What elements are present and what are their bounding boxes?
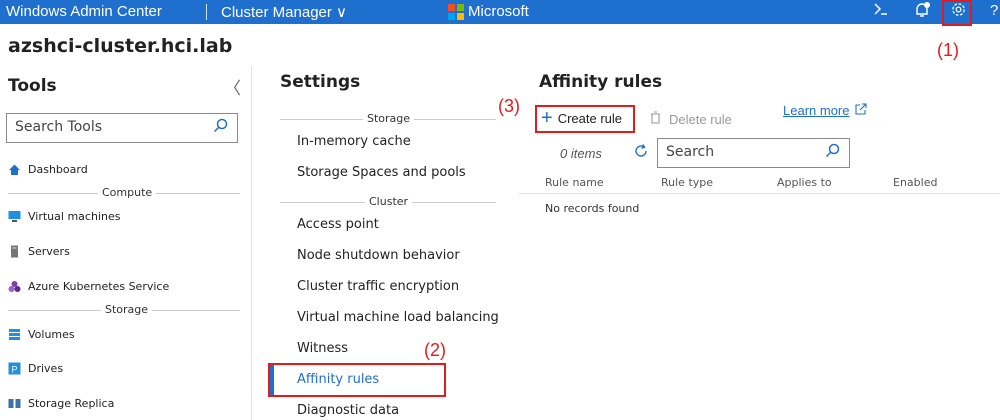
- tool-drives-label: Drives: [28, 362, 64, 375]
- delete-rule-label: Delete rule: [669, 111, 732, 127]
- volumes-icon: [8, 328, 21, 341]
- tools-title: Tools: [8, 76, 57, 96]
- title-separator: [206, 4, 207, 20]
- search-icon[interactable]: [213, 118, 228, 137]
- setting-traffic-encryption[interactable]: Cluster traffic encryption: [297, 279, 459, 294]
- setting-witness[interactable]: Witness: [297, 341, 348, 356]
- annotation-label-1: (1): [937, 40, 959, 60]
- setting-vm-load-balancing[interactable]: Virtual machine load balancing: [297, 310, 499, 325]
- tools-search-input[interactable]: Search Tools: [6, 113, 238, 143]
- server-icon: [8, 245, 21, 258]
- tool-storage-replica[interactable]: Storage Replica: [8, 397, 114, 410]
- settings-title: Settings: [280, 72, 361, 92]
- column-header-enabled[interactable]: Enabled: [893, 176, 937, 189]
- kubernetes-icon: [8, 280, 21, 293]
- annotation-box-1: [942, 0, 972, 26]
- setting-node-shutdown[interactable]: Node shutdown behavior: [297, 248, 460, 263]
- empty-table-message: No records found: [545, 202, 640, 215]
- help-icon[interactable]: ?: [990, 2, 998, 19]
- setting-storage-spaces[interactable]: Storage Spaces and pools: [297, 165, 466, 180]
- settings-storage-group-label: Storage: [363, 112, 415, 125]
- svg-text:P: P: [12, 365, 18, 375]
- tool-volumes-label: Volumes: [28, 328, 75, 341]
- app-title[interactable]: Windows Admin Center: [6, 3, 162, 20]
- tool-servers-label: Servers: [28, 245, 70, 258]
- settings-cluster-group-label: Cluster: [365, 195, 413, 208]
- terminal-icon[interactable]: [872, 1, 890, 21]
- storage-group-label: Storage: [101, 303, 153, 316]
- rules-search-placeholder: Search: [666, 144, 715, 160]
- tool-storage-replica-label: Storage Replica: [28, 397, 115, 410]
- table-header-divider: [519, 193, 1000, 194]
- rules-search-icon[interactable]: [825, 143, 840, 162]
- microsoft-logo-icon: [448, 4, 464, 20]
- tool-drives[interactable]: P Drives: [8, 362, 63, 375]
- tool-virtual-machines[interactable]: Virtual machines: [8, 210, 120, 223]
- external-link-icon: [855, 103, 868, 118]
- tool-volumes[interactable]: Volumes: [8, 328, 75, 341]
- create-rule-label: Create rule: [557, 110, 622, 126]
- column-header-rule-name[interactable]: Rule name: [545, 176, 604, 189]
- drive-icon: P: [8, 362, 21, 375]
- learn-more-link[interactable]: Learn more: [783, 103, 868, 118]
- tool-aks-label: Azure Kubernetes Service: [28, 280, 170, 293]
- storage-replica-icon: [8, 397, 21, 410]
- bell-icon[interactable]: [913, 1, 931, 23]
- top-bar: Windows Admin Center Cluster Manager ∨ M…: [0, 0, 1000, 24]
- trash-icon: [650, 111, 661, 127]
- annotation-box-2: [268, 363, 446, 397]
- rules-search-input[interactable]: Search: [657, 138, 850, 168]
- tool-azure-kubernetes-service[interactable]: Azure Kubernetes Service: [8, 280, 169, 293]
- setting-in-memory-cache[interactable]: In-memory cache: [297, 134, 411, 149]
- collapse-chevron-icon[interactable]: 〈: [224, 74, 241, 99]
- context-switcher[interactable]: Cluster Manager ∨: [221, 3, 347, 21]
- home-icon: [8, 163, 21, 176]
- learn-more-label: Learn more: [783, 103, 850, 118]
- column-header-applies-to[interactable]: Applies to: [777, 176, 832, 189]
- monitor-icon: [8, 210, 21, 223]
- refresh-icon[interactable]: [633, 143, 649, 163]
- plus-icon: +: [541, 107, 553, 129]
- delete-rule-button[interactable]: Delete rule: [650, 111, 732, 127]
- tools-search-placeholder: Search Tools: [15, 119, 103, 135]
- setting-diagnostic-data[interactable]: Diagnostic data: [297, 403, 399, 418]
- tool-servers[interactable]: Servers: [8, 245, 70, 258]
- create-rule-button[interactable]: + Create rule: [541, 107, 622, 129]
- annotation-label-3: (3): [498, 96, 520, 116]
- annotation-label-2: (2): [424, 340, 446, 360]
- tools-pane-border: [251, 66, 252, 420]
- item-count: 0 items: [560, 146, 602, 161]
- page-title: azshci-cluster.hci.lab: [8, 35, 233, 57]
- tool-dashboard-label: Dashboard: [28, 163, 88, 176]
- brand-name: Microsoft: [468, 3, 529, 20]
- tool-dashboard[interactable]: Dashboard: [8, 163, 88, 176]
- setting-access-point[interactable]: Access point: [297, 217, 379, 232]
- column-header-rule-type[interactable]: Rule type: [661, 176, 713, 189]
- tool-virtual-machines-label: Virtual machines: [28, 210, 121, 223]
- compute-group-label: Compute: [98, 186, 157, 199]
- affinity-rules-title: Affinity rules: [539, 72, 663, 92]
